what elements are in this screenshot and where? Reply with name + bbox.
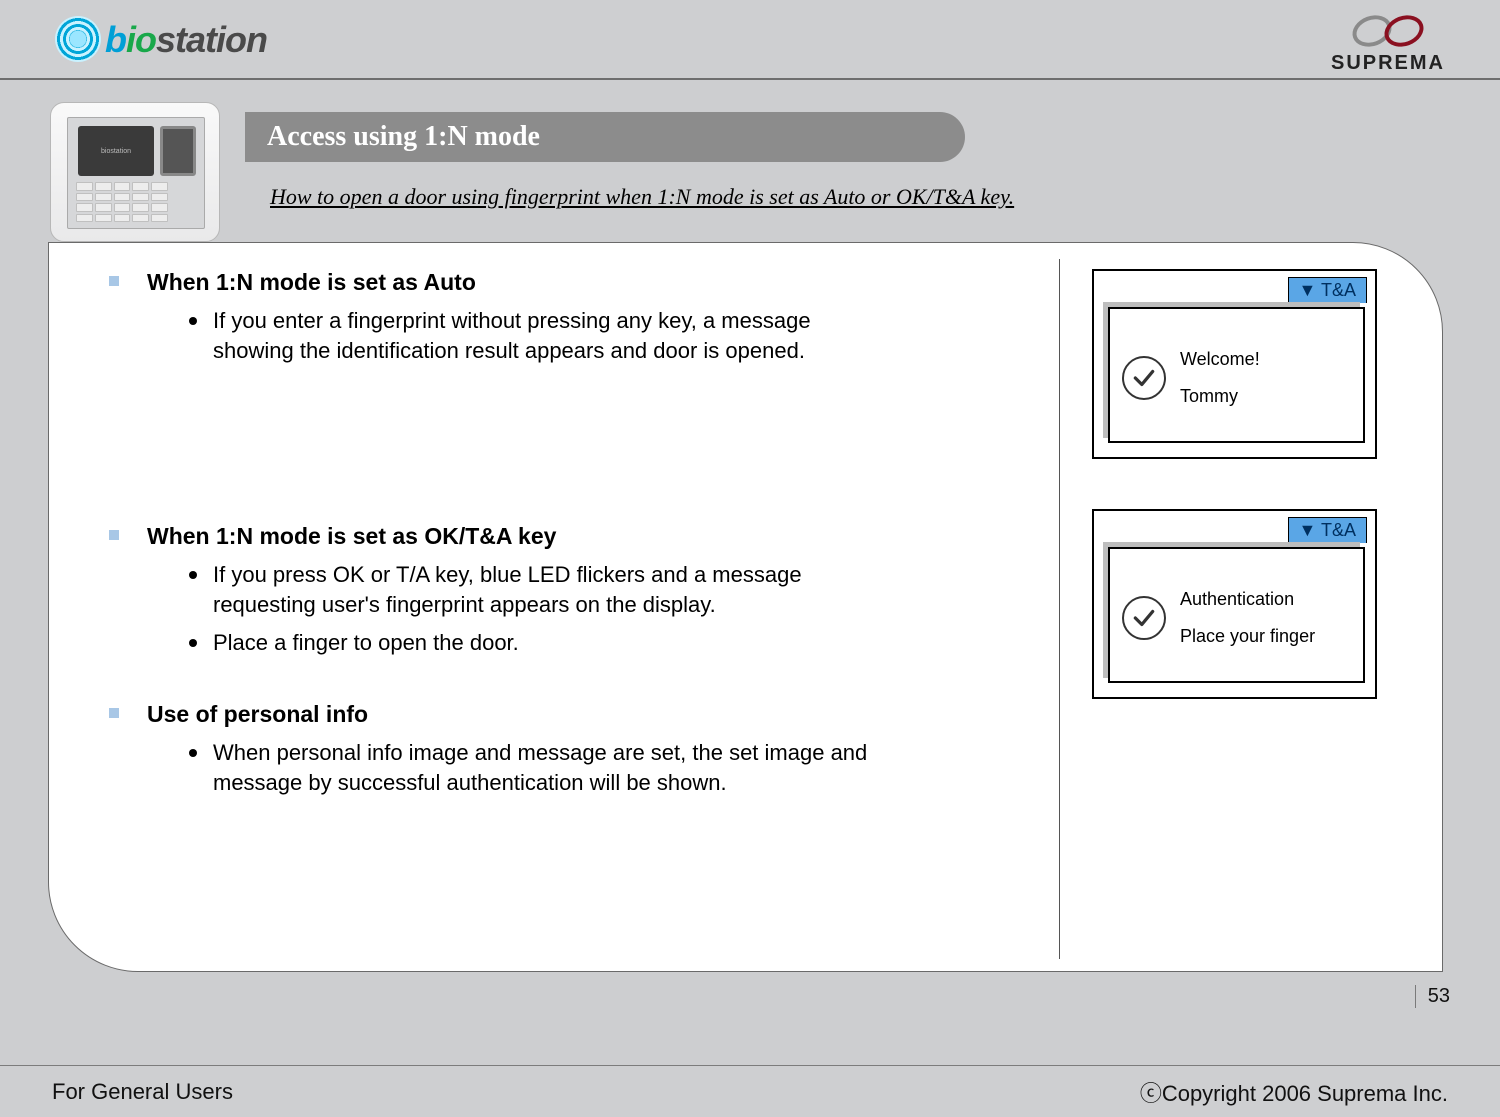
device-thumbnail: biostation: [50, 102, 220, 242]
section-heading-personal: Use of personal info: [109, 701, 1029, 728]
ta-tab: ▼ T&A: [1288, 517, 1368, 543]
thumb-screen-icon: biostation: [78, 126, 154, 176]
display-line2: Tommy: [1180, 383, 1260, 410]
list-item: If you enter a fingerprint without press…: [189, 306, 889, 365]
page-subtitle: How to open a door using fingerprint whe…: [270, 184, 1014, 210]
square-bullet-icon: [109, 708, 119, 718]
page-title: Access using 1:N mode: [245, 112, 965, 162]
bullet-list-personal: When personal info image and message are…: [189, 738, 1029, 797]
content-left-column: When 1:N mode is set as Auto If you ente…: [109, 269, 1059, 951]
thumb-keypad-icon: [76, 182, 168, 222]
footer-left: For General Users: [52, 1079, 233, 1105]
suprema-text: SUPREMA: [1331, 52, 1445, 75]
page-root: { "brand_left": {"b":"b","io":"io","rest…: [0, 0, 1500, 1117]
bullet-list-okta: If you press OK or T/A key, blue LED fli…: [189, 560, 1029, 657]
footer-bar: For General Users ⓒCopyright 2006 Suprem…: [0, 1065, 1500, 1117]
display-line1: Welcome!: [1180, 346, 1260, 373]
brand-suprema: SUPREMA: [1331, 14, 1445, 75]
square-bullet-icon: [109, 530, 119, 540]
brand-rest: station: [156, 19, 267, 60]
list-item: When personal info image and message are…: [189, 738, 889, 797]
brand-biostation: biostation: [55, 6, 267, 61]
section-heading-okta: When 1:N mode is set as OK/T&A key: [109, 523, 1029, 550]
display-line1: Authentication: [1180, 586, 1315, 613]
list-item: Place a finger to open the door.: [189, 628, 889, 658]
page-number: 53: [1415, 985, 1450, 1008]
main-panel: When 1:N mode is set as Auto If you ente…: [48, 242, 1443, 972]
ta-tab: ▼ T&A: [1288, 277, 1368, 303]
bullet-list-auto: If you enter a fingerprint without press…: [189, 306, 1029, 365]
display-inner-frame: Authentication Place your finger: [1108, 547, 1365, 683]
brand-letters-io: io: [126, 19, 156, 60]
heading-text: When 1:N mode is set as Auto: [147, 269, 476, 296]
footer-right: ⓒCopyright 2006 Suprema Inc.: [1140, 1076, 1448, 1108]
heading-text: When 1:N mode is set as OK/T&A key: [147, 523, 556, 550]
display-inner-frame: Welcome! Tommy: [1108, 307, 1365, 443]
thumb-scanner-icon: [160, 126, 196, 176]
brand-swirl-icon: [55, 16, 101, 62]
checkmark-circle-icon: [1122, 356, 1166, 400]
brand-text: biostation: [105, 19, 267, 61]
square-bullet-icon: [109, 276, 119, 286]
device-display-welcome: ▼ T&A Welcome! Tommy: [1092, 269, 1377, 459]
suprema-infinity-icon: [1352, 14, 1424, 50]
brand-letter-b: b: [105, 19, 126, 60]
content-right-column: ▼ T&A Welcome! Tommy: [1092, 269, 1412, 951]
display-line2: Place your finger: [1180, 623, 1315, 650]
vertical-divider: [1059, 259, 1060, 959]
list-item: If you press OK or T/A key, blue LED fli…: [189, 560, 889, 619]
device-display-auth: ▼ T&A Authentication Place your finger: [1092, 509, 1377, 699]
section-heading-auto: When 1:N mode is set as Auto: [109, 269, 1029, 296]
header-bar: biostation SUPREMA: [0, 0, 1500, 80]
checkmark-circle-icon: [1122, 596, 1166, 640]
heading-text: Use of personal info: [147, 701, 368, 728]
